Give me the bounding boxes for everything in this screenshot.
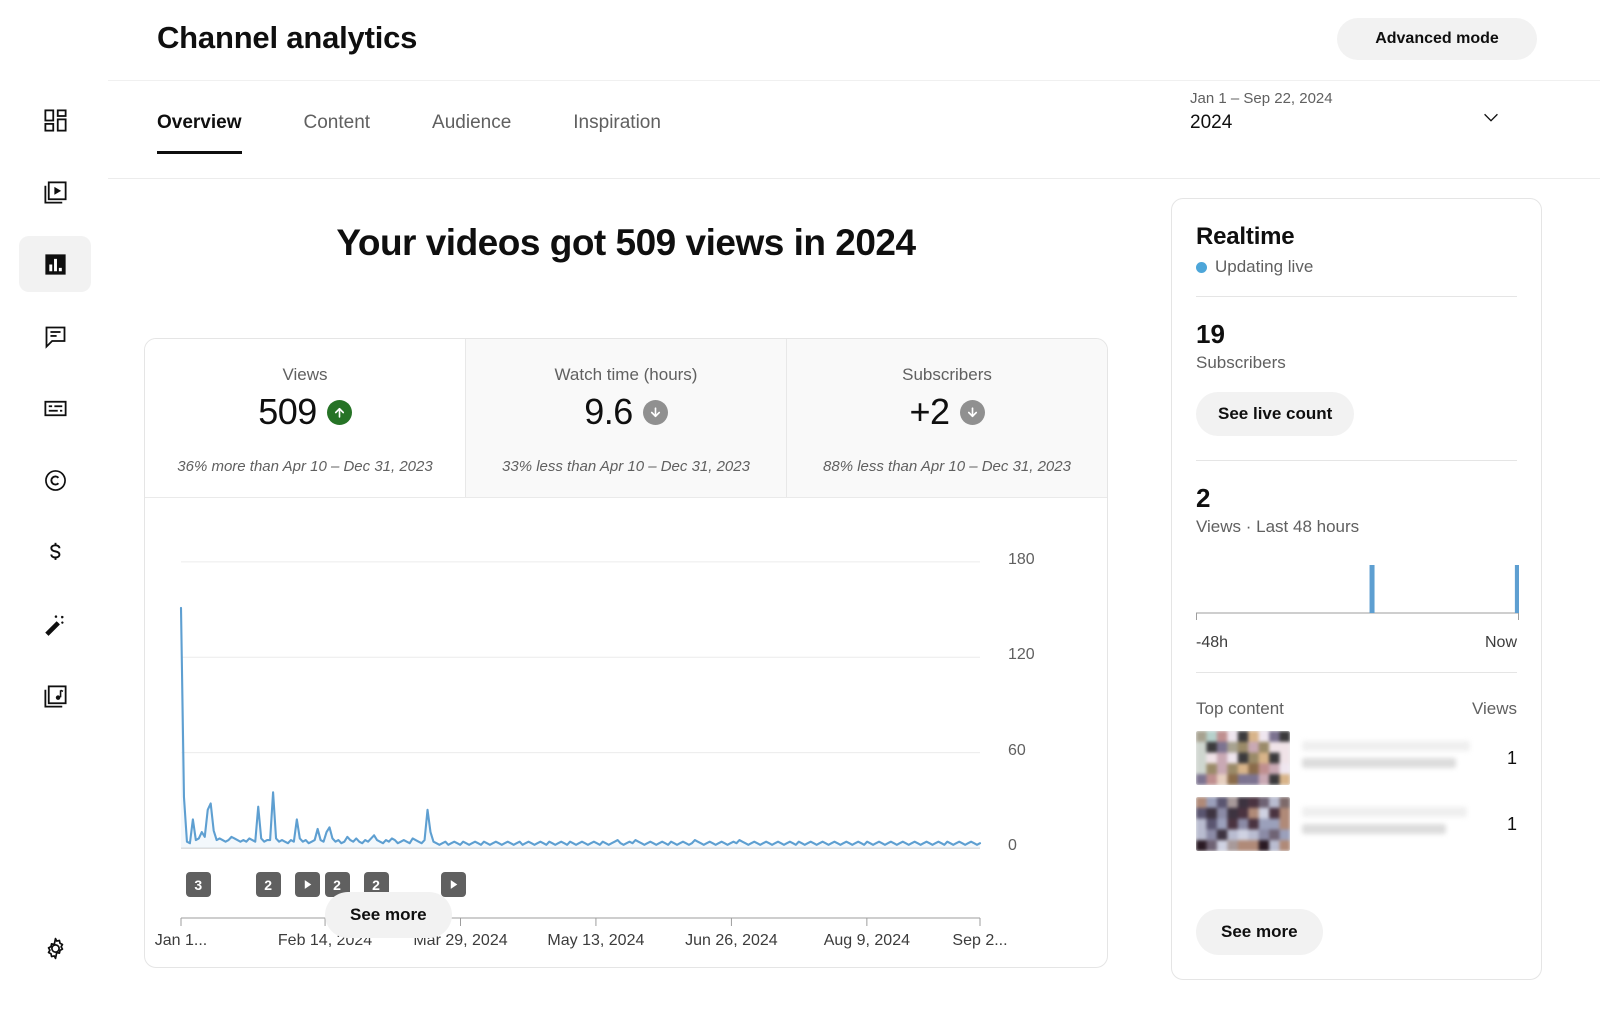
play-icon: [301, 878, 314, 891]
overview-card: Views 509 36% more than Apr 10 – Dec 31,…: [144, 338, 1108, 968]
left-nav-rail: [0, 0, 108, 1023]
sidebar-item-settings[interactable]: [19, 920, 91, 976]
sidebar-item-monetization[interactable]: [19, 524, 91, 580]
video-views: 1: [1495, 814, 1517, 835]
video-marker-count[interactable]: 3: [186, 872, 211, 897]
sidebar-item-subtitles[interactable]: [19, 380, 91, 436]
metric-value: 9.6: [584, 391, 633, 433]
realtime-divider-1: [1196, 296, 1517, 297]
arrow-down-icon: [960, 400, 985, 425]
see-live-count-button[interactable]: See live count: [1196, 392, 1354, 436]
sidebar-item-customization[interactable]: [19, 596, 91, 652]
tab-content[interactable]: Content: [304, 112, 371, 154]
chart-y-tick: 180: [1008, 551, 1035, 569]
analytics-icon: [42, 251, 69, 278]
tabs-divider: [108, 178, 1600, 179]
customization-icon: [42, 611, 69, 638]
sidebar-item-comments[interactable]: [19, 308, 91, 364]
date-range-selector[interactable]: Jan 1 – Sep 22, 2024 2024: [1190, 88, 1540, 136]
gear-icon: [42, 935, 69, 962]
arrow-up-icon: [327, 400, 352, 425]
list-item[interactable]: 1: [1196, 797, 1517, 851]
realtime-title: Realtime: [1196, 223, 1517, 251]
video-marker-count[interactable]: 2: [256, 872, 281, 897]
subtitles-icon: [42, 395, 69, 422]
realtime-views-count: 2: [1196, 483, 1517, 513]
realtime-sparkline-chart: [1196, 557, 1519, 629]
chart-y-tick: 0: [1008, 837, 1017, 855]
chevron-down-icon[interactable]: [1480, 106, 1502, 128]
metric-label: Views: [145, 365, 465, 385]
metric-value: +2: [909, 391, 949, 433]
dashboard-icon: [42, 107, 69, 134]
metric-label: Watch time (hours): [466, 365, 786, 385]
video-views: 1: [1495, 748, 1517, 769]
comments-icon: [42, 323, 69, 350]
realtime-sparkline: [1196, 557, 1517, 629]
realtime-live-status: Updating live: [1196, 257, 1517, 277]
spark-axis-right: Now: [1485, 634, 1517, 652]
chart-x-tick: Jan 1...: [144, 932, 241, 950]
sidebar-item-content[interactable]: [19, 164, 91, 220]
overview-headline: Your videos got 509 views in 2024: [144, 222, 1108, 264]
sidebar-item-copyright[interactable]: [19, 452, 91, 508]
arrow-down-icon: [643, 400, 668, 425]
monetization-icon: [42, 539, 69, 566]
video-title-blurred: [1302, 741, 1483, 775]
play-icon: [447, 878, 460, 891]
metric-label: Subscribers: [787, 365, 1107, 385]
views-line-chart: [145, 498, 1108, 968]
tab-audience[interactable]: Audience: [432, 112, 511, 154]
advanced-mode-button[interactable]: Advanced mode: [1337, 18, 1537, 60]
video-marker-play[interactable]: [295, 872, 320, 897]
chart-x-tick: May 13, 2024: [536, 932, 656, 950]
sidebar-item-dashboard[interactable]: [19, 92, 91, 148]
chart-y-tick: 120: [1008, 646, 1035, 664]
metric-card-views[interactable]: Views 509 36% more than Apr 10 – Dec 31,…: [145, 339, 466, 497]
video-thumbnail[interactable]: [1196, 731, 1290, 785]
realtime-divider-2: [1196, 460, 1517, 461]
copyright-icon: [42, 467, 69, 494]
top-content-label: Top content: [1196, 699, 1284, 719]
metric-delta: 36% more than Apr 10 – Dec 31, 2023: [145, 458, 465, 475]
video-thumbnail[interactable]: [1196, 797, 1290, 851]
realtime-divider-3: [1196, 672, 1517, 673]
tab-inspiration[interactable]: Inspiration: [573, 112, 661, 154]
live-dot-icon: [1196, 262, 1207, 273]
realtime-views-label: Views · Last 48 hours: [1196, 517, 1517, 537]
tab-overview[interactable]: Overview: [157, 112, 242, 154]
sidebar-item-analytics[interactable]: [19, 236, 91, 292]
top-content-header: Top content Views: [1196, 699, 1517, 719]
realtime-see-more-button[interactable]: See more: [1196, 909, 1323, 955]
header-divider: [108, 80, 1600, 81]
realtime-subscribers-count: 19: [1196, 319, 1517, 349]
realtime-subscribers-label: Subscribers: [1196, 353, 1517, 373]
list-item[interactable]: 1: [1196, 731, 1517, 785]
metric-delta: 88% less than Apr 10 – Dec 31, 2023: [787, 458, 1107, 475]
see-more-button[interactable]: See more: [325, 892, 452, 938]
metric-tabs: Views 509 36% more than Apr 10 – Dec 31,…: [145, 339, 1107, 498]
metric-value: 509: [258, 391, 317, 433]
views-column-label: Views: [1472, 699, 1517, 719]
chart-y-tick: 60: [1008, 742, 1026, 760]
chart-x-tick: Sep 2...: [920, 932, 1040, 950]
live-label: Updating live: [1215, 257, 1313, 277]
metric-card-watch-time[interactable]: Watch time (hours) 9.6 33% less than Apr…: [466, 339, 787, 497]
chart-x-tick: Jun 26, 2024: [671, 932, 791, 950]
views-chart[interactable]: 060120180 Jan 1...Feb 14, 2024Mar 29, 20…: [145, 498, 1107, 968]
spark-axis-left: -48h: [1196, 634, 1228, 652]
page-title: Channel analytics: [157, 20, 417, 56]
realtime-card: Realtime Updating live 19 Subscribers Se…: [1171, 198, 1542, 980]
video-marker-play[interactable]: [441, 872, 466, 897]
video-title-blurred: [1302, 807, 1483, 841]
content-icon: [42, 179, 69, 206]
sidebar-item-audio-library[interactable]: [19, 668, 91, 724]
metric-card-subscribers[interactable]: Subscribers +2 88% less than Apr 10 – De…: [787, 339, 1107, 497]
audio-library-icon: [42, 683, 69, 710]
chart-x-tick: Aug 9, 2024: [807, 932, 927, 950]
analytics-tabs: Overview Content Audience Inspiration: [157, 112, 723, 154]
metric-delta: 33% less than Apr 10 – Dec 31, 2023: [466, 458, 786, 475]
